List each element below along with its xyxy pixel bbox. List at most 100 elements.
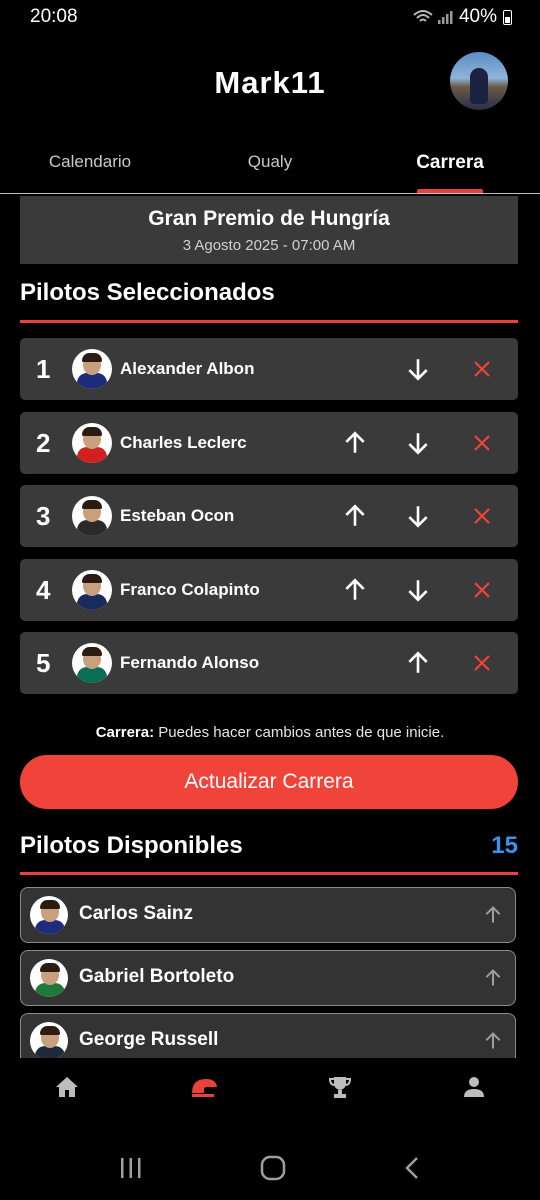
arrow-up-icon[interactable] [483,905,503,925]
driver-suit [77,373,107,389]
available-driver-row[interactable]: George Russell [20,1013,516,1058]
driver-hair [40,1026,60,1035]
close-icon[interactable] [472,506,492,526]
move-down-button[interactable] [405,356,431,382]
race-name: Gran Premio de Hungría [148,207,390,230]
move-down-button[interactable] [405,577,431,603]
driver-hair [82,500,102,509]
selected-driver-row: 2 Charles Leclerc [20,411,518,474]
available-count: 15 [491,832,518,859]
driver-position: 1 [36,354,51,384]
driver-hair [40,963,60,972]
driver-position: 4 [36,574,51,605]
driver-hair [82,426,102,436]
move-up-button[interactable] [405,650,431,676]
move-down-button[interactable] [405,430,431,456]
remove-driver-button[interactable] [469,650,495,676]
arrow-up-icon[interactable] [342,430,368,456]
move-up-button[interactable] [342,430,368,456]
driver-hair [82,353,102,362]
profile-icon[interactable] [462,1075,486,1099]
arrow-up-icon[interactable] [342,503,368,529]
driver-name: George Russell [79,1029,219,1050]
driver-suit [77,520,107,536]
driver-name: Franco Colapinto [120,579,260,599]
driver-suit [35,920,65,934]
add-driver-button[interactable] [483,968,505,990]
trophy-icon[interactable] [327,1074,353,1100]
driver-avatar [72,643,112,683]
driver-avatar [72,569,112,610]
arrow-down-icon[interactable] [405,430,431,456]
update-race-button[interactable]: Actualizar Carrera [20,755,518,809]
home-circle-icon[interactable] [259,1154,287,1182]
app-title: Mark11 [214,65,326,100]
driver-hair [82,647,102,656]
close-icon[interactable] [472,653,492,673]
remove-driver-button[interactable] [469,503,495,529]
user-avatar[interactable] [450,52,508,110]
driver-name: Charles Leclerc [120,432,247,452]
status-icons [413,9,453,25]
close-icon[interactable] [472,433,492,453]
available-section-title: Pilotos Disponibles [20,832,243,859]
available-drivers-list: Carlos Sainz Gabriel Bortoleto George Russ… [0,885,540,1058]
app-header: Mark11 [0,48,540,118]
driver-avatar [72,349,112,389]
close-icon[interactable] [472,359,492,379]
selected-driver-row: 5 Fernando Alonso [20,632,518,694]
arrow-down-icon[interactable] [405,577,431,603]
driver-name: Fernando Alonso [120,653,260,672]
driver-avatar [30,896,68,934]
recents-icon[interactable] [118,1156,144,1180]
tab-bar: Calendario Qualy Carrera [0,138,540,194]
available-section-divider [20,872,518,875]
signal-icon [437,11,453,24]
selected-driver-row: 4 Franco Colapinto [20,558,518,621]
race-card: Gran Premio de Hungría 3 Agosto 2025 - 0… [20,196,518,264]
remove-driver-button[interactable] [469,356,495,382]
remove-driver-button[interactable] [469,430,495,456]
selected-driver-row: 1 Alexander Albon [20,338,518,400]
tab-qualy[interactable]: Qualy [180,138,360,193]
status-time: 20:08 [30,6,78,27]
status-bar: 20:08 40% [0,0,540,34]
driver-suit [77,667,107,683]
tab-carrera[interactable]: Carrera [360,138,540,193]
home-icon[interactable] [54,1075,80,1099]
selected-section-divider [20,320,518,323]
arrow-up-icon[interactable] [483,1031,503,1051]
selected-driver-row: 3 Esteban Ocon [20,485,518,547]
system-nav [0,1140,540,1196]
remove-driver-button[interactable] [469,577,495,603]
arrow-down-icon[interactable] [405,503,431,529]
race-helmet-icon[interactable] [189,1075,219,1099]
move-down-button[interactable] [405,503,431,529]
driver-avatar [72,422,112,463]
driver-avatar [30,959,68,997]
available-driver-row[interactable]: Gabriel Bortoleto [20,950,516,1006]
add-driver-button[interactable] [483,1031,505,1053]
close-icon[interactable] [472,580,492,600]
driver-hair [82,573,102,583]
available-driver-row[interactable]: Carlos Sainz [20,887,516,943]
arrow-up-icon[interactable] [342,577,368,603]
driver-position: 2 [36,427,51,458]
driver-name: Gabriel Bortoleto [79,966,235,987]
driver-avatar [30,1022,68,1058]
move-up-button[interactable] [342,577,368,603]
move-up-button[interactable] [342,503,368,529]
add-driver-button[interactable] [483,905,505,927]
back-icon[interactable] [402,1155,422,1181]
arrow-up-icon[interactable] [483,968,503,988]
arrow-up-icon[interactable] [405,650,431,676]
driver-position: 5 [36,648,51,678]
arrow-down-icon[interactable] [405,356,431,382]
selected-section-title: Pilotos Seleccionados [20,279,275,306]
tab-calendario[interactable]: Calendario [0,138,180,193]
wifi-icon [413,10,433,22]
driver-suit [77,446,107,463]
bottom-nav [0,1058,540,1116]
race-date: 3 Agosto 2025 - 07:00 AM [182,237,356,254]
driver-name: Alexander Albon [120,359,255,378]
